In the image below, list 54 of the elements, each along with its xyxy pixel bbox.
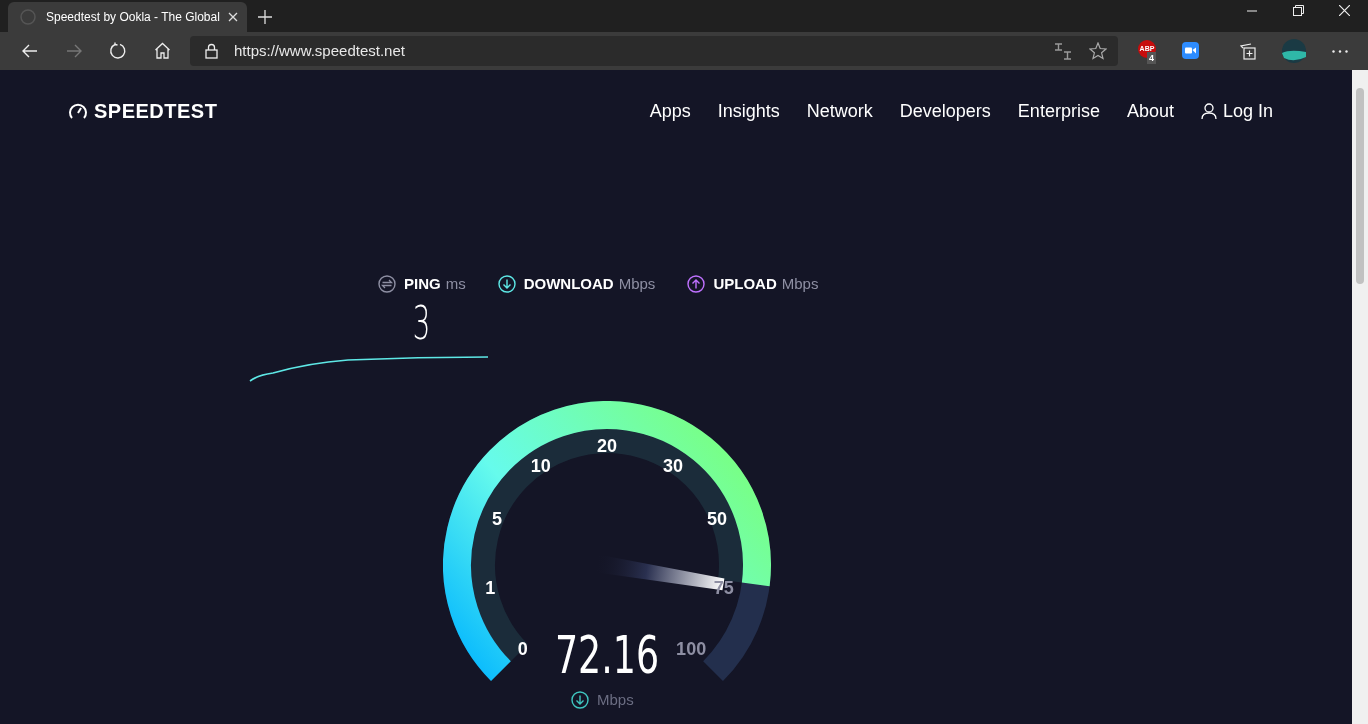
gauge-tick-label: 1 bbox=[485, 578, 496, 599]
profile-avatar[interactable] bbox=[1282, 39, 1306, 63]
metric-label: DOWNLOAD bbox=[523, 273, 614, 294]
url-text: https://www.speedtest.net bbox=[234, 40, 405, 61]
gauge-tick-label: 20 bbox=[597, 436, 617, 456]
nav-link[interactable]: Insights bbox=[717, 97, 780, 125]
restore-icon[interactable] bbox=[1293, 5, 1304, 16]
speed-unit: Mbps bbox=[597, 690, 634, 710]
refresh-icon[interactable] bbox=[109, 42, 127, 60]
gauge-tick-label: 50 bbox=[706, 509, 727, 530]
speedometer-icon bbox=[68, 102, 88, 120]
back-icon[interactable] bbox=[22, 43, 38, 59]
home-icon[interactable] bbox=[154, 42, 171, 59]
metric-unit: ms bbox=[445, 273, 466, 294]
scrollbar[interactable] bbox=[1352, 70, 1368, 724]
gauge-tick-label: 0 bbox=[517, 639, 528, 660]
metric-value: 3 bbox=[413, 299, 431, 347]
more-icon[interactable] bbox=[1332, 50, 1348, 53]
metric-label: PING bbox=[404, 273, 441, 294]
video-camera-icon[interactable] bbox=[1182, 42, 1199, 59]
nav-link[interactable]: Apps bbox=[649, 97, 691, 125]
metric-label: UPLOAD bbox=[713, 273, 777, 294]
nav-link[interactable]: Network bbox=[806, 97, 873, 125]
lock-icon bbox=[205, 43, 218, 59]
nav-link[interactable]: Developers bbox=[899, 97, 991, 125]
nav-link[interactable]: Enterprise bbox=[1017, 97, 1100, 125]
gauge-tick-label: 30 bbox=[663, 456, 684, 477]
address-bar[interactable]: https://www.speedtest.net bbox=[190, 36, 1118, 66]
close-window-icon[interactable] bbox=[1339, 5, 1350, 16]
logo-text[interactable]: SPEEDTEST bbox=[94, 96, 218, 126]
forward-icon[interactable] bbox=[66, 43, 82, 59]
new-tab-icon[interactable] bbox=[258, 10, 272, 24]
gauge-tick-label: 10 bbox=[530, 456, 551, 477]
close-icon[interactable] bbox=[228, 12, 238, 22]
collections-icon[interactable] bbox=[1240, 43, 1257, 60]
gauge-tick-label: 5 bbox=[492, 509, 503, 530]
browser-tab[interactable]: Speedtest by Ookla - The Global bbox=[8, 2, 247, 32]
metric-unit: Mbps bbox=[781, 273, 819, 294]
gauge-tick-label: 75 bbox=[713, 578, 734, 599]
person-icon bbox=[1200, 102, 1217, 120]
ping-icon bbox=[378, 275, 396, 293]
add-favorite-icon[interactable] bbox=[1089, 42, 1107, 60]
download-icon bbox=[571, 691, 589, 710]
tab-title: Speedtest by Ookla - The Global bbox=[46, 9, 220, 26]
upload-icon bbox=[687, 275, 706, 293]
download-icon bbox=[497, 275, 516, 293]
login-link[interactable]: Log In bbox=[1200, 97, 1273, 125]
speed-reading: 72.16 bbox=[554, 629, 660, 681]
scrollbar-thumb[interactable] bbox=[1356, 88, 1364, 284]
metric-unit: Mbps bbox=[618, 273, 656, 294]
globe-icon bbox=[20, 9, 36, 25]
gauge-tick-label: 100 bbox=[676, 639, 707, 660]
extension-badge: 4 bbox=[1147, 52, 1156, 64]
nav-link[interactable]: About bbox=[1126, 97, 1174, 125]
